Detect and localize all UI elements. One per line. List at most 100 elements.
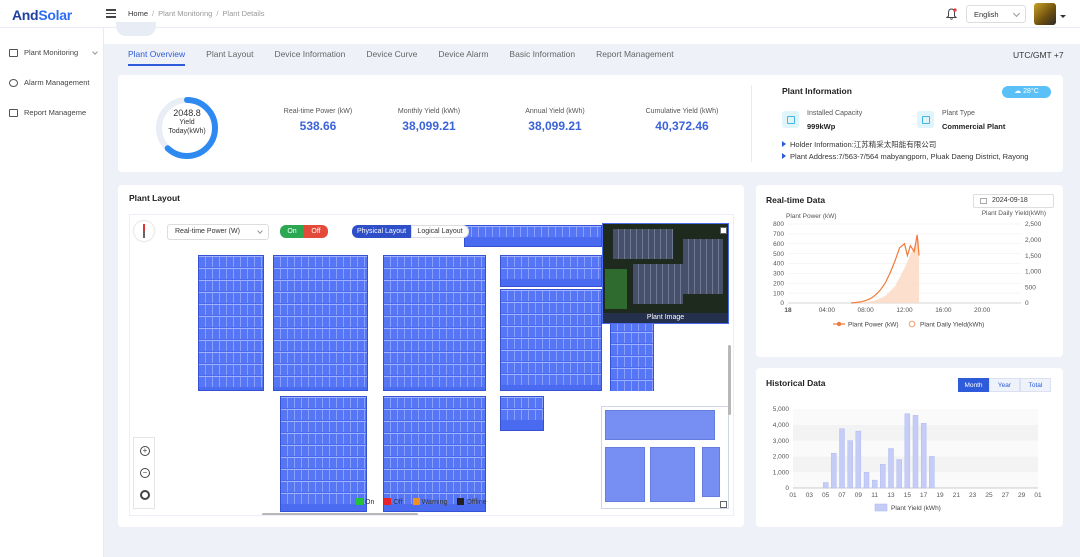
tab-device-alarm[interactable]: Device Alarm xyxy=(438,49,488,66)
panel-array[interactable] xyxy=(500,396,544,431)
minimap-panel-array xyxy=(650,447,695,502)
x-tick-label: 23 xyxy=(969,492,977,499)
plant-overview-card: 2048.8 Yield Today(kWh) Real-time Power … xyxy=(118,75,1063,172)
horizontal-scrollbar[interactable] xyxy=(262,513,418,515)
x-tick-label: 05 xyxy=(822,492,830,499)
breadcrumb-home[interactable]: Home xyxy=(128,9,148,18)
x-tick-label: 12:00 xyxy=(896,307,913,314)
panel-array[interactable] xyxy=(500,289,602,391)
menu-toggle-icon[interactable] xyxy=(106,9,116,18)
y-right-tick-label: 1,500 xyxy=(1025,253,1042,260)
stat-realtime-power: Real-time Power (kW) 538.66 xyxy=(283,108,353,133)
bar xyxy=(880,464,886,489)
brand-logo[interactable]: AndSolar xyxy=(12,7,72,23)
bar xyxy=(855,430,862,489)
bar xyxy=(904,413,911,489)
panel-array[interactable] xyxy=(198,255,264,391)
panel-array[interactable] xyxy=(500,255,602,287)
stat-cumulative-yield: Cumulative Yield (kWh) 40,372.46 xyxy=(645,108,719,133)
sidebar-item-report-management[interactable]: Report Manageme xyxy=(9,108,101,117)
filter-on-button[interactable]: On xyxy=(280,225,304,238)
x-tick-label: 29 xyxy=(1018,492,1026,499)
physical-layout-button[interactable]: Physical Layout xyxy=(352,225,411,238)
y-left-tick-label: 300 xyxy=(773,271,784,278)
bar xyxy=(839,428,845,489)
alarm-icon xyxy=(9,78,18,87)
avatar[interactable] xyxy=(1034,3,1056,25)
plant-selector-pill[interactable] xyxy=(116,22,156,36)
zoom-in-icon[interactable]: + xyxy=(140,446,150,456)
tab-plant-layout[interactable]: Plant Layout xyxy=(206,49,253,66)
y-right-tick-label: 500 xyxy=(1025,284,1036,291)
monitor-icon xyxy=(9,48,18,57)
vertical-scrollbar[interactable] xyxy=(728,345,731,415)
zoom-out-icon[interactable]: − xyxy=(140,468,150,478)
filter-off-button[interactable]: Off xyxy=(304,225,328,238)
yield-today-text: 2048.8 Yield Today(kWh) xyxy=(168,108,206,136)
plant-layout-card: Plant Layout Real-time Power (W) On Off … xyxy=(118,185,744,527)
capacity-label: Installed Capacity xyxy=(807,110,863,117)
compass-icon[interactable] xyxy=(134,221,154,241)
y-right-tick-label: 1,000 xyxy=(1025,269,1042,276)
avatar-caret-icon[interactable] xyxy=(1060,15,1066,18)
logical-layout-button[interactable]: Logical Layout xyxy=(411,225,469,238)
y-left-tick-label: 600 xyxy=(773,241,784,248)
locate-icon[interactable] xyxy=(140,490,150,500)
legend-on: On xyxy=(356,498,374,506)
bell-icon[interactable] xyxy=(946,8,957,20)
realtime-ylabel-left: Plant Power (kW) xyxy=(786,213,837,220)
y-tick-label: 3,000 xyxy=(773,438,790,445)
y-left-tick-label: 400 xyxy=(773,261,784,268)
plant-image-thumbnail[interactable]: Plant Image xyxy=(602,223,729,324)
panel-array[interactable] xyxy=(383,396,486,512)
panel-array[interactable] xyxy=(464,225,602,247)
tab-basic-information[interactable]: Basic Information xyxy=(509,49,575,66)
x-tick-label: 01 xyxy=(1034,492,1042,499)
tab-report-management[interactable]: Report Management xyxy=(596,49,674,66)
y-left-tick-label: 500 xyxy=(773,251,784,258)
sidebar: Plant Monitoring Alarm Management Report… xyxy=(0,28,104,557)
plant-address: Plant Address:7/563-7/564 mabyangporn, P… xyxy=(782,152,1028,161)
timezone-label: UTC/GMT +7 xyxy=(1013,50,1064,60)
realtime-ylabel-right: Plant Daily Yield(kWh) xyxy=(982,210,1046,217)
tab-device-information[interactable]: Device Information xyxy=(274,49,345,66)
panel-array[interactable] xyxy=(273,255,368,391)
x-tick-label: 07 xyxy=(838,492,846,499)
layout-minimap[interactable] xyxy=(601,406,729,509)
bar xyxy=(822,482,829,489)
legend-warning: Warning xyxy=(412,498,447,506)
legend-plant-power: Plant Power (kW) xyxy=(848,322,899,329)
metric-select[interactable]: Real-time Power (W) xyxy=(167,224,269,240)
x-tick-label: 03 xyxy=(806,492,814,499)
expand-icon[interactable] xyxy=(720,227,727,234)
sidebar-item-plant-monitoring[interactable]: Plant Monitoring xyxy=(9,48,101,57)
y-right-tick-label: 0 xyxy=(1025,300,1029,307)
breadcrumb-plant-monitoring[interactable]: Plant Monitoring xyxy=(158,9,212,18)
bar xyxy=(863,471,870,489)
x-tick-label: 13 xyxy=(887,492,895,499)
x-tick-label: 04:00 xyxy=(819,307,836,314)
plant-tabs: Plant Overview Plant Layout Device Infor… xyxy=(128,49,695,66)
x-tick-label: 16:00 xyxy=(935,307,952,314)
tab-device-curve[interactable]: Device Curve xyxy=(366,49,417,66)
tab-plant-overview[interactable]: Plant Overview xyxy=(128,49,186,66)
x-tick-label: 15 xyxy=(904,492,912,499)
expand-icon[interactable] xyxy=(720,501,727,508)
plant-type-label: Plant Type xyxy=(942,110,975,117)
bar xyxy=(871,479,878,489)
panel-array[interactable] xyxy=(383,255,486,391)
capacity-icon xyxy=(782,111,799,128)
minimap-panel-array xyxy=(605,447,645,502)
y-left-tick-label: 200 xyxy=(773,280,784,287)
bar xyxy=(831,453,837,489)
bullet-triangle-icon xyxy=(782,153,786,159)
legend-daily-yield: Plant Daily Yield(kWh) xyxy=(920,322,984,329)
y-tick-label: 4,000 xyxy=(773,422,790,429)
sidebar-item-alarm-management[interactable]: Alarm Management xyxy=(9,78,101,87)
historical-legend: Plant Yield (kWh) xyxy=(874,503,941,512)
language-select[interactable]: English xyxy=(966,5,1026,23)
panel-array[interactable] xyxy=(280,396,367,512)
plant-layout-map[interactable]: Real-time Power (W) On Off Physical Layo… xyxy=(129,214,734,516)
breadcrumb-plant-details: Plant Details xyxy=(222,9,265,18)
y-tick-label: 5,000 xyxy=(773,406,790,413)
